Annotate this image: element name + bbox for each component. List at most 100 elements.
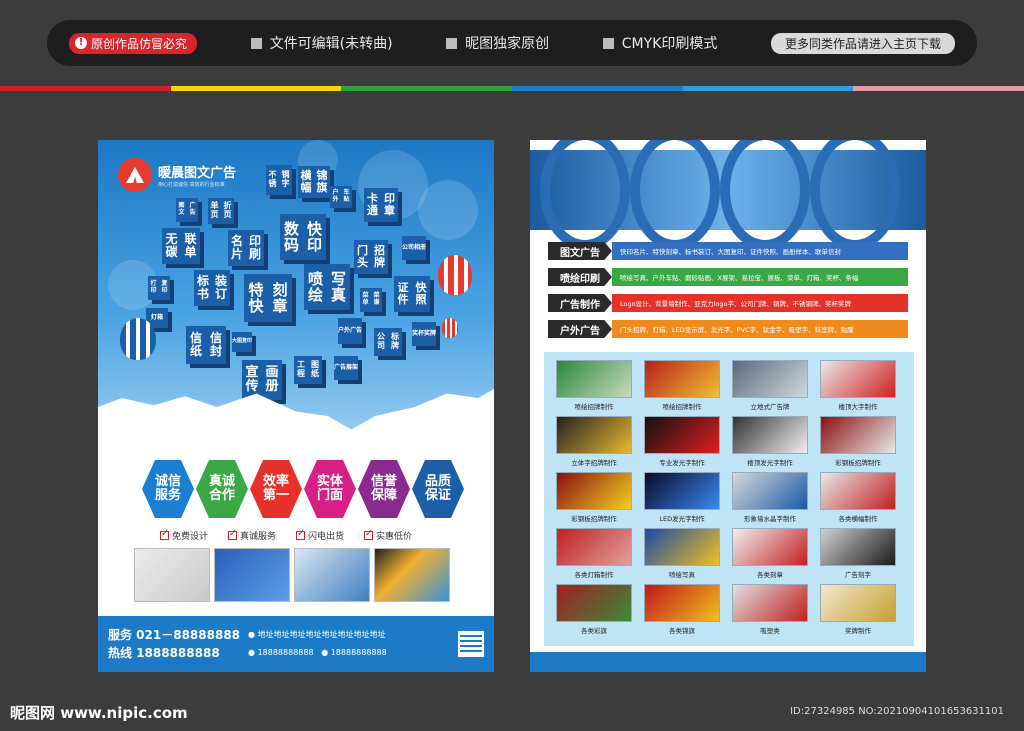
- feature-check-item: 真诚服务: [228, 528, 276, 542]
- product-cell-caption: 楼顶大字制作: [838, 403, 878, 411]
- right-flyer: 图文广告 快印名片、特快刻章、标书装订、大图复印、证件快照、画册样本、联单信封 喷绘…: [530, 140, 926, 672]
- service-cube: 打印 复印: [148, 276, 170, 300]
- product-cell-caption: 立地式广告牌: [750, 403, 790, 411]
- product-cell: 各类锦旗: [644, 584, 720, 635]
- decor-arc: [540, 140, 630, 250]
- product-cell-caption: 喷绘写真: [669, 571, 695, 579]
- product-cell-caption: LED发光字制作: [659, 515, 705, 523]
- product-cell-caption: 喷绘招牌制作: [574, 403, 614, 411]
- address-text: 地址地址地址地址地址地址地址地址: [257, 630, 386, 640]
- product-cell-photo: [556, 584, 632, 622]
- more-works-button[interactable]: 更多同类作品请进入主页下载: [770, 32, 955, 54]
- service-cube: 证件 快照: [394, 276, 430, 312]
- product-cell-photo: [644, 416, 720, 454]
- product-photo: [294, 548, 370, 602]
- product-cell-photo: [644, 360, 720, 398]
- exclusive-note-label: 昵图独家原创: [465, 36, 550, 52]
- service-cube: 标书 装订: [194, 270, 230, 306]
- service-cube: 公司 相册: [402, 236, 426, 260]
- service-row: 广告制作 Logo设计、背景墙制作、亚克力logo字、公司门牌、铜牌、不锈钢牌、奖…: [548, 294, 908, 312]
- feature-check-item: 免费设计: [160, 528, 208, 542]
- product-cell-photo: [820, 528, 896, 566]
- original-badge: ! 原创作品仿冒必究: [69, 32, 198, 54]
- slogan-hexagon: 信誉 保障: [358, 460, 410, 518]
- checkbox-icon: [296, 528, 305, 540]
- service-cube: 名片 印刷: [228, 230, 264, 266]
- product-cell-photo: [732, 360, 808, 398]
- checkbox-icon: [364, 528, 373, 540]
- hot-air-balloon-icon: [442, 318, 458, 338]
- product-cell-photo: [556, 528, 632, 566]
- product-cell-caption: 彩钢板招牌制作: [571, 515, 617, 523]
- product-cell-caption: 立体字招牌制作: [571, 459, 617, 467]
- slogan-hexagon: 效率 第一: [250, 460, 302, 518]
- product-cell-photo: [644, 528, 720, 566]
- service-cube: 无碳 联单: [162, 228, 200, 264]
- service-cube: 奖杯 奖牌: [412, 322, 436, 346]
- square-icon: [250, 37, 262, 49]
- product-cell: 奖牌制作: [820, 584, 896, 635]
- checkbox-icon: [228, 528, 237, 540]
- feature-check-label: 实惠低价: [376, 532, 413, 542]
- product-cell: 立地式广告牌: [732, 360, 808, 411]
- color-strip-segment: [170, 86, 342, 91]
- product-photo: [134, 548, 210, 602]
- service-cube: 菜单 菜谱: [360, 288, 382, 312]
- address-line: ● 地址地址地址地址地址地址地址地址: [248, 630, 386, 640]
- service-row-text: Logo设计、背景墙制作、亚克力logo字、公司门牌、铜牌、不锈钢牌、奖杯奖牌: [612, 294, 908, 312]
- left-flyer-footer: 服务 021－88888888 热线 1888888888 ● 地址地址地址地址…: [98, 616, 494, 672]
- product-cell-photo: [644, 584, 720, 622]
- product-cell-caption: 吸塑类: [760, 627, 780, 635]
- right-flyer-banner: [530, 140, 926, 250]
- product-cell: 楼顶发光字制作: [732, 416, 808, 467]
- product-cell-caption: 各类锦旗: [669, 627, 695, 635]
- product-cell-caption: 各类横幅制作: [838, 515, 878, 523]
- decor-arc: [720, 140, 810, 250]
- product-cell-caption: 楼顶发光字制作: [747, 459, 793, 467]
- service-row-text: 快印名片、特快刻章、标书装订、大图复印、证件快照、画册样本、联单信封: [612, 242, 908, 260]
- product-grid: 喷绘招牌制作 喷绘招牌制作 立地式广告牌 楼顶大字制作 立体字招牌制作 专业发光字制作 楼顶…: [544, 352, 914, 646]
- product-cell: 专业发光字制作: [644, 416, 720, 467]
- product-cell: 彩钢板招牌制作: [820, 416, 896, 467]
- product-cell: 各类横幅制作: [820, 472, 896, 523]
- slogan-hexagon: 诚信 服务: [142, 460, 194, 518]
- qr-code-icon: [458, 631, 484, 657]
- feature-check-item: 闪电出货: [296, 528, 344, 542]
- service-phone: 服务 021－88888888: [108, 628, 241, 642]
- editable-note-label: 文件可编辑(未转曲): [269, 36, 393, 52]
- service-row: 图文广告 快印名片、特快刻章、标书装订、大图复印、证件快照、画册样本、联单信封: [548, 242, 908, 260]
- color-strip-segment: [341, 86, 513, 91]
- product-cell: LED发光字制作: [644, 472, 720, 523]
- bokeh-circle: [418, 180, 478, 240]
- exclusive-note: 昵图独家原创: [446, 33, 549, 53]
- slogan-hexagon: 真诚 合作: [196, 460, 248, 518]
- phone-text-2: 18888888888: [330, 648, 387, 657]
- alert-icon: !: [75, 37, 87, 49]
- product-cell: 立体字招牌制作: [556, 416, 632, 467]
- product-cell-photo: [556, 360, 632, 398]
- service-row-label: 喷绘印刷: [548, 268, 612, 286]
- brand-name: 暖晨图文广告: [158, 166, 237, 181]
- product-photos: [134, 548, 450, 602]
- product-cell: 广告刻字: [820, 528, 896, 579]
- service-cube: 横幅 锦旗: [298, 166, 330, 198]
- cmyk-note-label: CMYK印刷模式: [621, 36, 718, 52]
- product-cell: 形象墙水晶字制作: [732, 472, 808, 523]
- decor-arc: [810, 140, 900, 250]
- phone-text-1: 18888888888: [257, 648, 314, 657]
- service-cube: 不锈 钢字: [266, 165, 292, 195]
- product-cell-caption: 各类灯箱制作: [574, 571, 614, 579]
- product-cell-photo: [820, 472, 896, 510]
- service-cube: 单页 折页: [208, 198, 234, 224]
- service-cube: 图文 广告: [176, 198, 198, 222]
- product-cell-photo: [644, 472, 720, 510]
- service-row: 喷绘印刷 喷绘写真、户外车贴、磨砂贴画、X展架、易拉宝、展板、菜单、灯箱、奖杯、条…: [548, 268, 908, 286]
- product-photo: [374, 548, 450, 602]
- product-cell-photo: [732, 584, 808, 622]
- product-cell: 各类刻章: [732, 528, 808, 579]
- color-strip-segment: [512, 86, 683, 91]
- product-cell-photo: [732, 416, 808, 454]
- product-cell-caption: 形象墙水晶字制作: [744, 515, 796, 523]
- service-cube: 信纸 信封: [186, 326, 226, 364]
- product-cell: 各类灯箱制作: [556, 528, 632, 579]
